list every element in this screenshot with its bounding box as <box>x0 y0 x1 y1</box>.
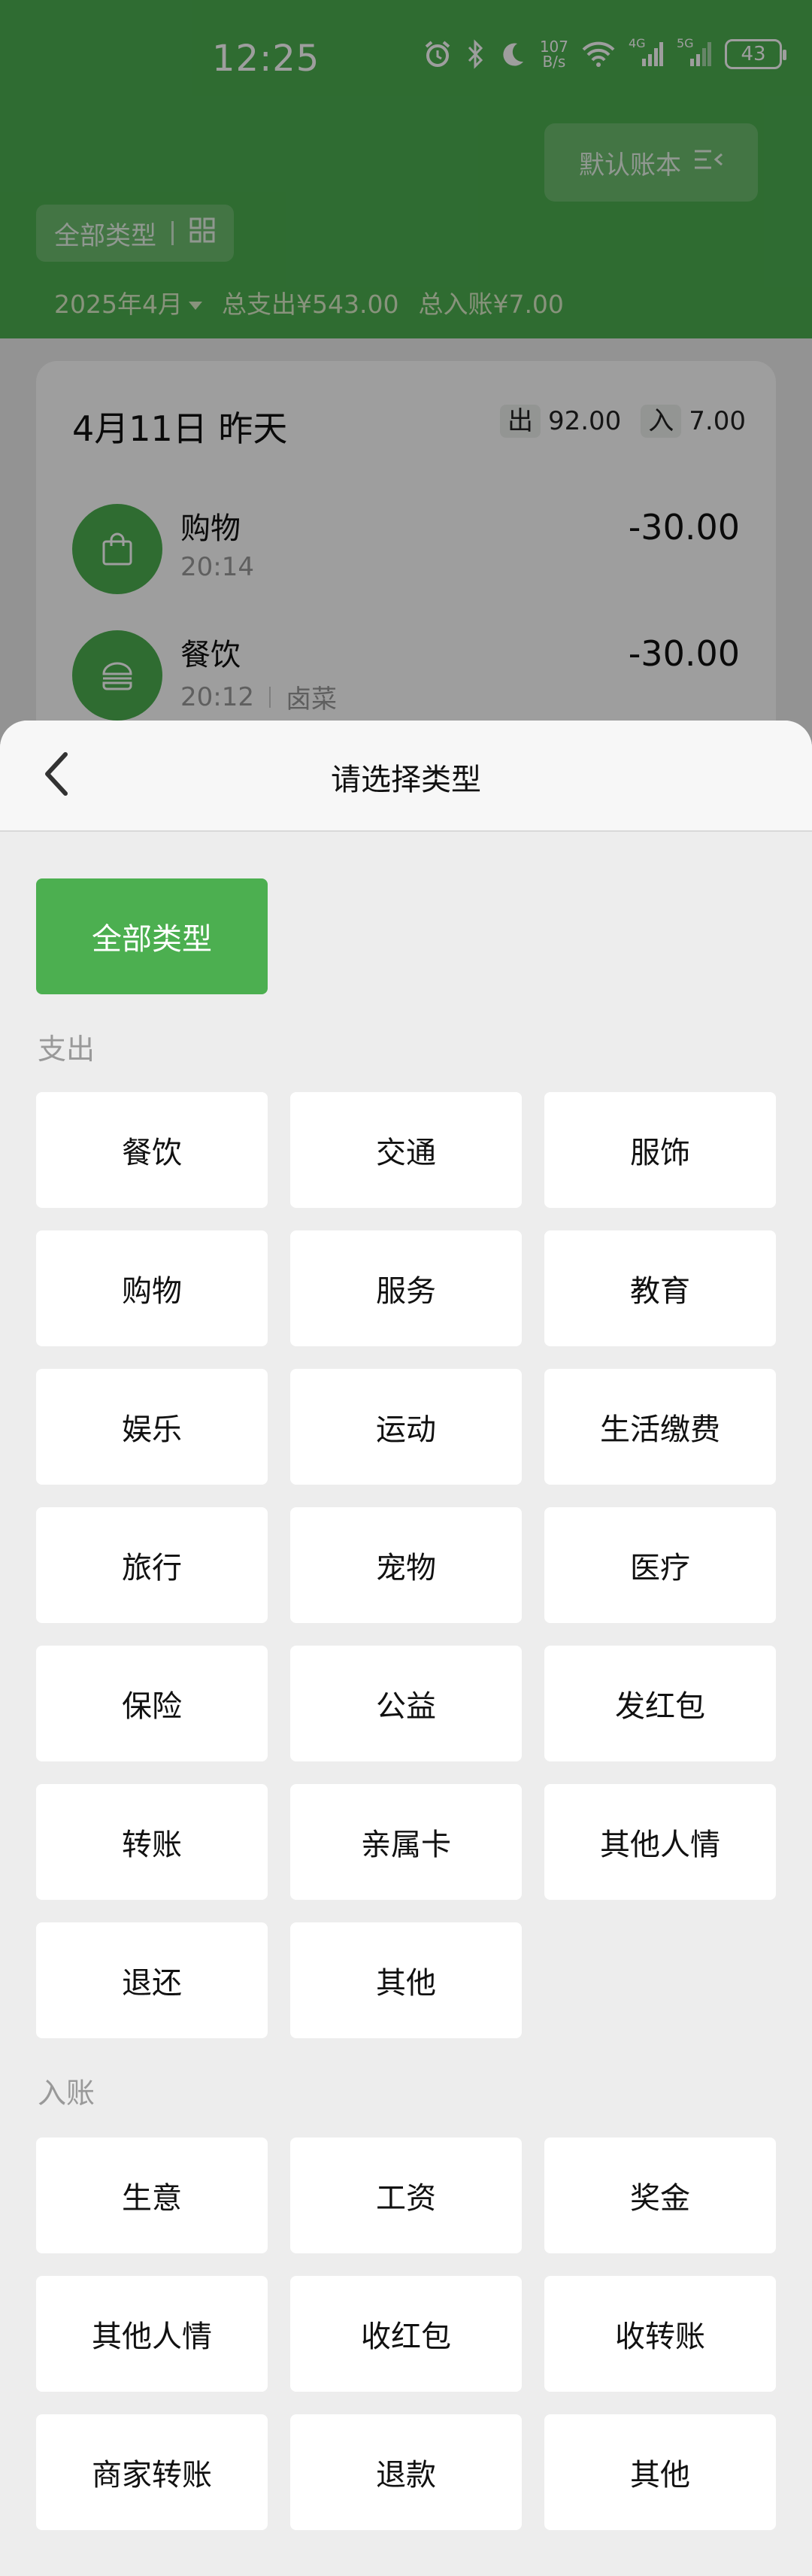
type-chip[interactable]: 其他 <box>290 1922 522 2038</box>
type-chip[interactable]: 收红包 <box>290 2276 522 2392</box>
type-chip[interactable]: 服务 <box>290 1230 522 1346</box>
type-chip[interactable]: 商家转账 <box>36 2414 268 2530</box>
type-chip[interactable]: 奖金 <box>544 2138 776 2253</box>
type-chip[interactable]: 保险 <box>36 1646 268 1761</box>
type-chip[interactable]: 退款 <box>290 2414 522 2530</box>
income-section-label: 入账 <box>38 2077 95 2110</box>
type-chip[interactable]: 其他人情 <box>36 2276 268 2392</box>
sheet-title: 请选择类型 <box>331 763 481 797</box>
all-types-button[interactable]: 全部类型 <box>36 878 268 994</box>
type-chip[interactable]: 生意 <box>36 2138 268 2253</box>
type-chip[interactable]: 发红包 <box>544 1646 776 1761</box>
sheet-header: 请选择类型 <box>0 721 812 832</box>
type-chip[interactable]: 交通 <box>290 1092 522 1208</box>
type-chip[interactable]: 亲属卡 <box>290 1784 522 1900</box>
type-chip[interactable]: 退还 <box>36 1922 268 2038</box>
type-chip[interactable]: 娱乐 <box>36 1369 268 1485</box>
type-chip[interactable]: 收转账 <box>544 2276 776 2392</box>
type-picker-sheet: 请选择类型 全部类型 支出 餐饮 交通 服饰 购物 服务 教育 娱乐 运动 生活… <box>0 721 812 2576</box>
type-chip[interactable]: 生活缴费 <box>544 1369 776 1485</box>
type-chip[interactable]: 运动 <box>290 1369 522 1485</box>
type-chip[interactable]: 购物 <box>36 1230 268 1346</box>
type-chip[interactable]: 其他 <box>544 2414 776 2530</box>
type-chip[interactable]: 转账 <box>36 1784 268 1900</box>
type-chip[interactable]: 宠物 <box>290 1507 522 1623</box>
type-chip[interactable]: 医疗 <box>544 1507 776 1623</box>
type-chip[interactable]: 其他人情 <box>544 1784 776 1900</box>
type-chip[interactable]: 服饰 <box>544 1092 776 1208</box>
type-chip[interactable]: 工资 <box>290 2138 522 2253</box>
expense-section-label: 支出 <box>38 1033 95 1066</box>
type-chip[interactable]: 旅行 <box>36 1507 268 1623</box>
type-chip[interactable]: 公益 <box>290 1646 522 1761</box>
type-chip[interactable]: 教育 <box>544 1230 776 1346</box>
type-chip[interactable]: 餐饮 <box>36 1092 268 1208</box>
